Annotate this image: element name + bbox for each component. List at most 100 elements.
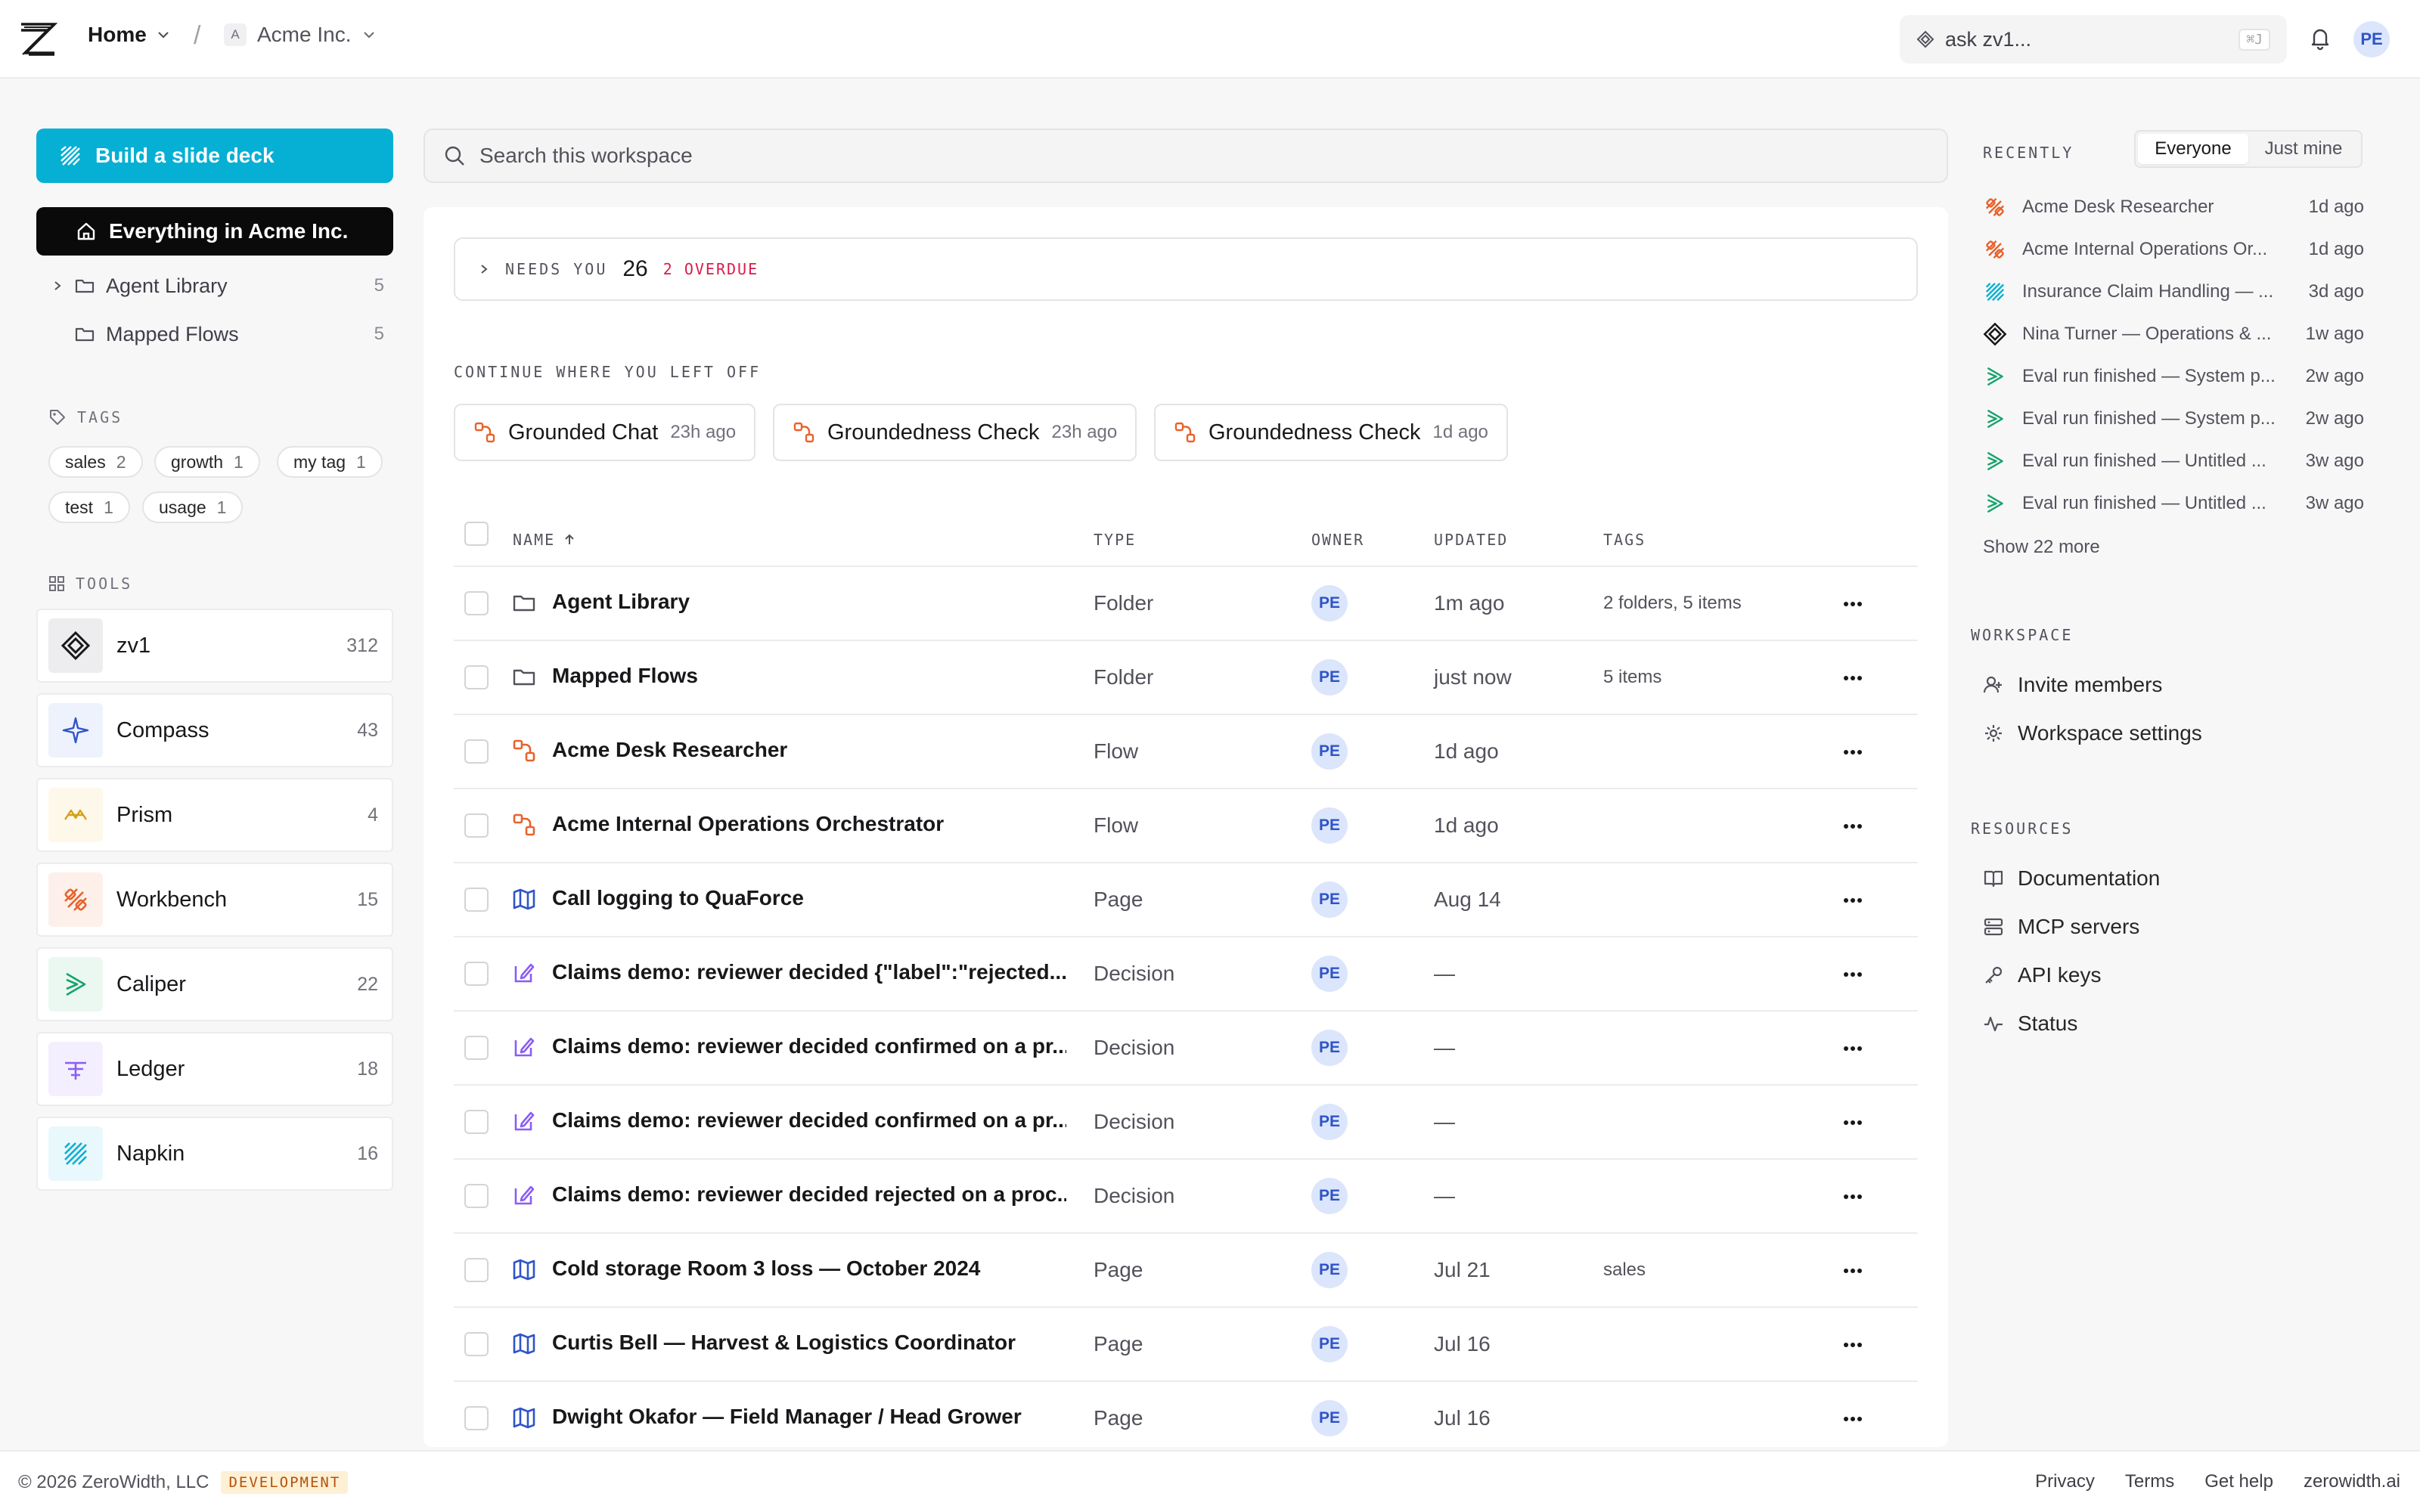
recent-item[interactable]: Eval run finished — System p... 2w ago — [1983, 404, 2364, 434]
row-checkbox[interactable] — [464, 962, 489, 986]
table-row[interactable]: Claims demo: reviewer decided confirmed … — [454, 1084, 1918, 1158]
recent-item[interactable]: Nina Turner — Operations & ... 1w ago — [1983, 319, 2364, 349]
table-row[interactable]: Curtis Bell — Harvest & Logistics Coordi… — [454, 1306, 1918, 1380]
row-name[interactable]: Mapped Flows — [552, 664, 1066, 688]
tool-caliper[interactable]: Caliper 22 — [36, 947, 393, 1021]
table-row[interactable]: Claims demo: reviewer decided rejected o… — [454, 1158, 1918, 1232]
chevron-right-icon[interactable] — [51, 280, 64, 292]
recent-item[interactable]: Acme Internal Operations Or... 1d ago — [1983, 234, 2364, 265]
column-header-name[interactable]: NAME — [513, 531, 576, 549]
more-options-icon[interactable] — [1838, 667, 1868, 689]
tag-chip-usage[interactable]: usage 1 — [142, 491, 244, 523]
row-checkbox[interactable] — [464, 665, 489, 689]
home-dropdown[interactable]: Home — [88, 23, 171, 47]
show-more-link[interactable]: Show 22 more — [1983, 537, 2100, 558]
row-checkbox[interactable] — [464, 591, 489, 615]
footer-link-terms[interactable]: Terms — [2125, 1471, 2174, 1492]
table-row[interactable]: Claims demo: reviewer decided confirmed … — [454, 1010, 1918, 1084]
more-options-icon[interactable] — [1838, 1037, 1868, 1060]
row-name[interactable]: Cold storage Room 3 loss — October 2024 — [552, 1256, 1066, 1281]
table-row[interactable]: Mapped Flows Folder PE just now 5 items — [454, 640, 1918, 714]
tag-chip-growth[interactable]: growth 1 — [154, 446, 260, 478]
tool-compass[interactable]: Compass 43 — [36, 693, 393, 767]
row-checkbox[interactable] — [464, 739, 489, 764]
everything-in-org-button[interactable]: Everything in Acme Inc. — [36, 207, 393, 256]
column-header-owner[interactable]: OWNER — [1311, 531, 1364, 549]
row-name[interactable]: Dwight Okafor — Field Manager / Head Gro… — [552, 1405, 1066, 1429]
table-row[interactable]: Acme Desk Researcher Flow PE 1d ago — [454, 714, 1918, 788]
row-name[interactable]: Claims demo: reviewer decided rejected o… — [552, 1182, 1066, 1207]
more-options-icon[interactable] — [1838, 1334, 1868, 1356]
row-checkbox[interactable] — [464, 1110, 489, 1134]
tool-zv1[interactable]: zv1 312 — [36, 609, 393, 683]
recent-item[interactable]: Eval run finished — System p... 2w ago — [1983, 361, 2364, 392]
workspace-settings-link[interactable]: Workspace settings — [1983, 717, 2202, 750]
row-checkbox[interactable] — [464, 813, 489, 838]
row-name[interactable]: Claims demo: reviewer decided {"label":"… — [552, 960, 1066, 984]
filter-everyone-button[interactable]: Everyone — [2138, 134, 2248, 164]
continue-item[interactable]: Groundedness Check 23h ago — [773, 404, 1137, 461]
footer-link-privacy[interactable]: Privacy — [2035, 1471, 2095, 1492]
table-row[interactable]: Call logging to QuaForce Page PE Aug 14 — [454, 862, 1918, 936]
user-avatar[interactable]: PE — [2353, 21, 2390, 57]
row-name[interactable]: Claims demo: reviewer decided confirmed … — [552, 1034, 1066, 1058]
footer-link-site[interactable]: zerowidth.ai — [2304, 1471, 2400, 1492]
tool-workbench[interactable]: Workbench 15 — [36, 863, 393, 937]
tool-prism[interactable]: Prism 4 — [36, 778, 393, 852]
row-name[interactable]: Acme Desk Researcher — [552, 738, 1066, 762]
tag-chip-test[interactable]: test 1 — [48, 491, 130, 523]
invite-members-link[interactable]: Invite members — [1983, 668, 2162, 702]
row-name[interactable]: Agent Library — [552, 590, 1066, 614]
tag-chip-my-tag[interactable]: my tag 1 — [277, 446, 383, 478]
recent-item[interactable]: Eval run finished — Untitled ... 3w ago — [1983, 488, 2364, 519]
more-options-icon[interactable] — [1838, 889, 1868, 912]
continue-item[interactable]: Groundedness Check 1d ago — [1154, 404, 1508, 461]
recent-item[interactable]: Eval run finished — Untitled ... 3w ago — [1983, 446, 2364, 476]
table-row[interactable]: Cold storage Room 3 loss — October 2024 P… — [454, 1232, 1918, 1306]
recent-item[interactable]: Acme Desk Researcher 1d ago — [1983, 192, 2364, 222]
column-header-updated[interactable]: UPDATED — [1434, 531, 1508, 549]
api-keys-link[interactable]: API keys — [1983, 959, 2101, 992]
more-options-icon[interactable] — [1838, 1259, 1868, 1282]
build-slide-deck-button[interactable]: Build a slide deck — [36, 129, 393, 183]
row-checkbox[interactable] — [464, 1258, 489, 1282]
table-row[interactable]: Acme Internal Operations Orchestrator Flo… — [454, 788, 1918, 862]
continue-item[interactable]: Grounded Chat 23h ago — [454, 404, 756, 461]
tool-napkin[interactable]: Napkin 16 — [36, 1117, 393, 1191]
row-checkbox[interactable] — [464, 888, 489, 912]
row-checkbox[interactable] — [464, 1332, 489, 1356]
more-options-icon[interactable] — [1838, 1185, 1868, 1208]
recent-item[interactable]: Insurance Claim Handling — ... 3d ago — [1983, 277, 2364, 307]
table-row[interactable]: Claims demo: reviewer decided {"label":"… — [454, 936, 1918, 1010]
filter-just-mine-button[interactable]: Just mine — [2248, 134, 2359, 164]
row-checkbox[interactable] — [464, 1036, 489, 1060]
row-name[interactable]: Claims demo: reviewer decided confirmed … — [552, 1108, 1066, 1132]
zerowidth-logo-icon[interactable] — [18, 20, 57, 59]
footer-link-help[interactable]: Get help — [2204, 1471, 2273, 1492]
table-row[interactable]: Dwight Okafor — Field Manager / Head Gro… — [454, 1380, 1918, 1447]
mcp-servers-link[interactable]: MCP servers — [1983, 910, 2139, 943]
column-header-type[interactable]: TYPE — [1094, 531, 1136, 549]
more-options-icon[interactable] — [1838, 1408, 1868, 1430]
workspace-search-input[interactable]: Search this workspace — [424, 129, 1948, 183]
table-row[interactable]: Agent Library Folder PE 1m ago 2 folders, 5 … — [454, 565, 1918, 640]
org-switcher[interactable]: A Acme Inc. — [224, 23, 377, 47]
more-options-icon[interactable] — [1838, 593, 1868, 615]
documentation-link[interactable]: Documentation — [1983, 862, 2160, 895]
row-name[interactable]: Curtis Bell — Harvest & Logistics Coordi… — [552, 1331, 1066, 1355]
column-header-tags[interactable]: TAGS — [1603, 531, 1646, 549]
row-name[interactable]: Acme Internal Operations Orchestrator — [552, 812, 1066, 836]
sidebar-folder-mapped-flows[interactable]: Mapped Flows 5 — [51, 318, 384, 351]
row-checkbox[interactable] — [464, 1406, 489, 1430]
select-all-checkbox[interactable] — [464, 522, 489, 546]
ask-input[interactable]: ask zv1... ⌘J — [1900, 15, 2287, 64]
row-name[interactable]: Call logging to QuaForce — [552, 886, 1066, 910]
row-checkbox[interactable] — [464, 1184, 489, 1208]
more-options-icon[interactable] — [1838, 1111, 1868, 1134]
more-options-icon[interactable] — [1838, 741, 1868, 764]
tag-chip-sales[interactable]: sales 2 — [48, 446, 143, 478]
status-link[interactable]: Status — [1983, 1007, 2077, 1040]
needs-you-bar[interactable]: NEEDS YOU 26 2 OVERDUE — [454, 237, 1918, 301]
more-options-icon[interactable] — [1838, 815, 1868, 838]
tool-ledger[interactable]: Ledger 18 — [36, 1032, 393, 1106]
